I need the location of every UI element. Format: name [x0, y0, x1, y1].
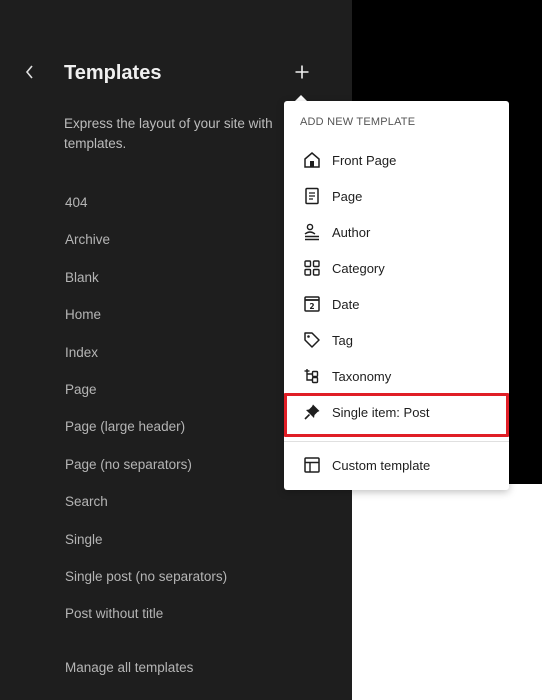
menu-item-label: Front Page [332, 152, 397, 168]
menu-item-label: Page [332, 188, 363, 204]
template-item-post-without-title[interactable]: Post without title [65, 597, 227, 634]
add-template-dropdown: ADD NEW TEMPLATE Front Page Page Author … [284, 101, 509, 490]
page-icon [300, 184, 324, 208]
menu-item-label: Author [332, 224, 371, 240]
menu-item-single-item-post[interactable]: Single item: Post [300, 398, 500, 426]
template-item-single-post-no-separators[interactable]: Single post (no separators) [65, 560, 227, 597]
home-icon [300, 148, 324, 172]
menu-item-custom-template[interactable]: Custom template [300, 451, 500, 479]
template-item-archive[interactable]: Archive [65, 223, 227, 260]
template-item-search[interactable]: Search [65, 485, 227, 522]
pin-icon [300, 400, 324, 424]
menu-item-author[interactable]: Author [300, 218, 500, 246]
template-list: 404 Archive Blank Home Index Page Page (… [65, 186, 227, 635]
menu-item-tag[interactable]: Tag [300, 326, 500, 354]
add-template-button[interactable] [289, 58, 315, 86]
chevron-left-icon [25, 65, 33, 79]
menu-item-taxonomy[interactable]: Taxonomy [300, 362, 500, 390]
menu-item-label: Tag [332, 332, 353, 348]
menu-item-front-page[interactable]: Front Page [300, 146, 500, 174]
taxonomy-icon [300, 364, 324, 388]
template-item-404[interactable]: 404 [65, 186, 227, 223]
tag-icon [300, 328, 324, 352]
dropdown-heading: ADD NEW TEMPLATE [300, 116, 416, 128]
template-item-home[interactable]: Home [65, 298, 227, 335]
menu-item-label: Custom template [332, 457, 431, 473]
template-item-page-no-separators[interactable]: Page (no separators) [65, 448, 227, 485]
svg-text:2: 2 [309, 302, 314, 311]
template-item-index[interactable]: Index [65, 336, 227, 373]
sidebar-description: Express the layout of your site with tem… [64, 116, 273, 151]
template-item-single[interactable]: Single [65, 523, 227, 560]
menu-item-date[interactable]: 2 Date [300, 290, 500, 318]
menu-item-page[interactable]: Page [300, 182, 500, 210]
menu-item-label: Date [332, 296, 360, 312]
menu-item-label: Category [332, 260, 385, 276]
template-item-blank[interactable]: Blank [65, 261, 227, 298]
template-item-page-large-header[interactable]: Page (large header) [65, 410, 227, 447]
category-icon [300, 256, 324, 280]
editor-canvas-lower [352, 484, 542, 700]
author-icon [300, 220, 324, 244]
menu-item-category[interactable]: Category [300, 254, 500, 282]
date-icon: 2 [300, 292, 324, 316]
back-button[interactable] [18, 58, 42, 86]
menu-item-label: Taxonomy [332, 368, 392, 384]
plus-icon [295, 65, 309, 79]
manage-all-templates-link[interactable]: Manage all templates [65, 658, 193, 678]
menu-item-label: Single item: Post [332, 404, 430, 420]
layout-icon [300, 453, 324, 477]
page-title: Templates [64, 62, 162, 84]
menu-divider [284, 441, 509, 442]
template-item-page[interactable]: Page [65, 373, 227, 410]
